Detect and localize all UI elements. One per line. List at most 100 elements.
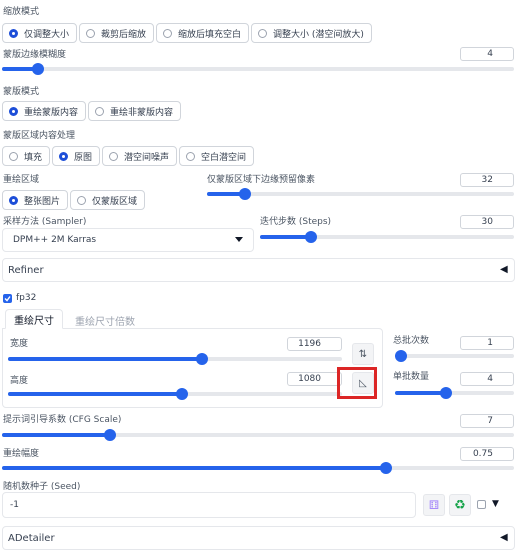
sampler-value: DPM++ 2M Karras: [13, 235, 97, 245]
resize-mode-option-crop[interactable]: 裁剪后缩放: [79, 23, 155, 43]
slider-track: [2, 67, 514, 71]
padding-label: 仅蒙版区域下边缘预留像素: [207, 175, 316, 185]
swap-dimensions-button[interactable]: ⇅: [352, 343, 374, 365]
slider-thumb[interactable]: [395, 350, 407, 362]
refiner-label: Refiner: [8, 265, 44, 276]
recycle-icon: ♻: [454, 497, 466, 513]
slider-thumb[interactable]: [380, 462, 392, 474]
resize-mode-label: 缩放模式: [3, 7, 40, 17]
radio-icon: [186, 151, 196, 161]
seed-input[interactable]: -1: [2, 492, 416, 518]
denoising-slider[interactable]: [2, 461, 514, 475]
mask-mode-group: 重绘蒙版内容 重绘非蒙版内容: [2, 101, 183, 121]
mask-mode-label: 蒙版模式: [3, 87, 40, 97]
resize-mode-option-fill[interactable]: 缩放后填充空白: [156, 23, 250, 43]
slider-thumb[interactable]: [195, 353, 208, 365]
masked-content-option-latent-noise[interactable]: 潜空间噪声: [102, 146, 178, 166]
inpaint-area-group: 整张图片 仅蒙版区域: [2, 190, 147, 210]
batch-count-slider[interactable]: [395, 349, 514, 363]
slider-thumb[interactable]: [239, 188, 252, 200]
resize-mode-group: 仅调整大小 裁剪后缩放 缩放后填充空白 调整大小 (潜空间放大): [2, 23, 374, 43]
slider-thumb[interactable]: [175, 388, 188, 400]
batch-count-input[interactable]: 1: [460, 336, 514, 350]
tab-resize-to[interactable]: 重绘尺寸: [5, 309, 63, 329]
batch-size-label: 单批数量: [393, 372, 430, 382]
extra-options-arrow-icon[interactable]: ▼: [492, 499, 499, 509]
radio-icon: [86, 28, 96, 38]
aspect-ratio-button[interactable]: ◺: [352, 372, 374, 394]
slider-track: [395, 354, 514, 358]
inpaint-area-label: 重绘区域: [3, 175, 40, 185]
masked-content-label: 蒙版区域内容处理: [3, 131, 76, 141]
slider-fill: [8, 392, 182, 396]
cfg-scale-label: 提示词引导系数 (CFG Scale): [3, 415, 122, 425]
batch-size-input[interactable]: 4: [460, 372, 514, 386]
slider-fill: [2, 433, 110, 437]
padding-slider[interactable]: [207, 187, 514, 201]
mask-mode-option-inpaint-masked[interactable]: 重绘蒙版内容: [2, 101, 87, 121]
radio-icon: [9, 195, 18, 205]
width-label: 宽度: [10, 339, 29, 349]
batch-size-slider[interactable]: [395, 386, 514, 400]
denoising-label: 重绘幅度: [3, 449, 40, 459]
radio-icon: [258, 28, 268, 38]
height-input[interactable]: 1080: [287, 372, 342, 386]
resize-mode-option-latent[interactable]: 调整大小 (潜空间放大): [251, 23, 372, 43]
seed-label: 随机数种子 (Seed): [3, 482, 81, 492]
steps-input[interactable]: 30: [460, 215, 514, 229]
resize-mode-option-just-resize[interactable]: 仅调整大小: [2, 23, 78, 43]
denoising-input[interactable]: 0.75: [460, 447, 514, 461]
radio-icon: [59, 151, 69, 161]
cfg-scale-input[interactable]: 7: [460, 414, 514, 428]
mask-blur-input[interactable]: 4: [460, 47, 514, 61]
cfg-scale-slider[interactable]: [2, 428, 514, 442]
mask-blur-label: 蒙版边缘模糊度: [3, 50, 67, 60]
masked-content-option-original[interactable]: 原图: [52, 146, 101, 166]
slider-fill: [8, 357, 202, 361]
slider-fill: [395, 391, 447, 395]
collapse-arrow-icon: ◀: [500, 264, 508, 275]
inpaint-area-option-whole[interactable]: 整张图片: [2, 190, 69, 210]
tab-resize-by[interactable]: 重绘尺寸倍数: [75, 313, 135, 328]
sampler-dropdown[interactable]: DPM++ 2M Karras: [2, 228, 254, 252]
inpaint-area-option-masked[interactable]: 仅蒙版区域: [70, 190, 146, 210]
chevron-down-icon: [235, 237, 243, 242]
radio-icon: [77, 195, 87, 205]
height-label: 高度: [10, 376, 29, 386]
swap-icon: ⇅: [358, 348, 368, 360]
width-input[interactable]: 1196: [287, 337, 342, 351]
radio-icon: [9, 106, 18, 116]
steps-slider[interactable]: [260, 230, 514, 244]
adetailer-label: ADetailer: [8, 533, 55, 544]
slider-track: [207, 192, 514, 196]
fp32-label: fp32: [16, 293, 37, 303]
radio-icon: [163, 28, 173, 38]
reuse-seed-button[interactable]: ♻: [449, 494, 471, 516]
masked-content-option-latent-nothing[interactable]: 空白潜空间: [179, 146, 255, 166]
extra-seed-checkbox[interactable]: [477, 500, 486, 509]
dice-icon: ⚅: [428, 498, 440, 512]
mask-blur-slider[interactable]: [2, 62, 514, 76]
adetailer-accordion[interactable]: ADetailer ◀: [2, 526, 515, 550]
slider-fill: [2, 466, 386, 470]
slider-thumb[interactable]: [31, 63, 44, 75]
fp32-checkbox[interactable]: [3, 294, 12, 303]
random-seed-button[interactable]: ⚅: [423, 494, 445, 516]
slider-thumb[interactable]: [304, 231, 317, 243]
radio-icon: [109, 151, 119, 161]
slider-fill: [260, 235, 311, 239]
radio-icon: [9, 28, 18, 38]
width-slider[interactable]: [8, 352, 342, 366]
sampler-label: 采样方法 (Sampler): [3, 217, 87, 227]
collapse-arrow-icon: ◀: [500, 532, 508, 543]
masked-content-option-fill[interactable]: 填充: [2, 146, 51, 166]
slider-thumb[interactable]: [440, 387, 453, 399]
padding-input[interactable]: 32: [460, 173, 514, 187]
height-slider[interactable]: [8, 387, 342, 401]
steps-label: 迭代步数 (Steps): [260, 217, 332, 227]
radio-icon: [95, 106, 105, 116]
mask-mode-option-inpaint-not-masked[interactable]: 重绘非蒙版内容: [88, 101, 182, 121]
seed-value: -1: [10, 500, 19, 510]
refiner-accordion[interactable]: Refiner ◀: [2, 258, 515, 282]
slider-thumb[interactable]: [103, 429, 116, 441]
